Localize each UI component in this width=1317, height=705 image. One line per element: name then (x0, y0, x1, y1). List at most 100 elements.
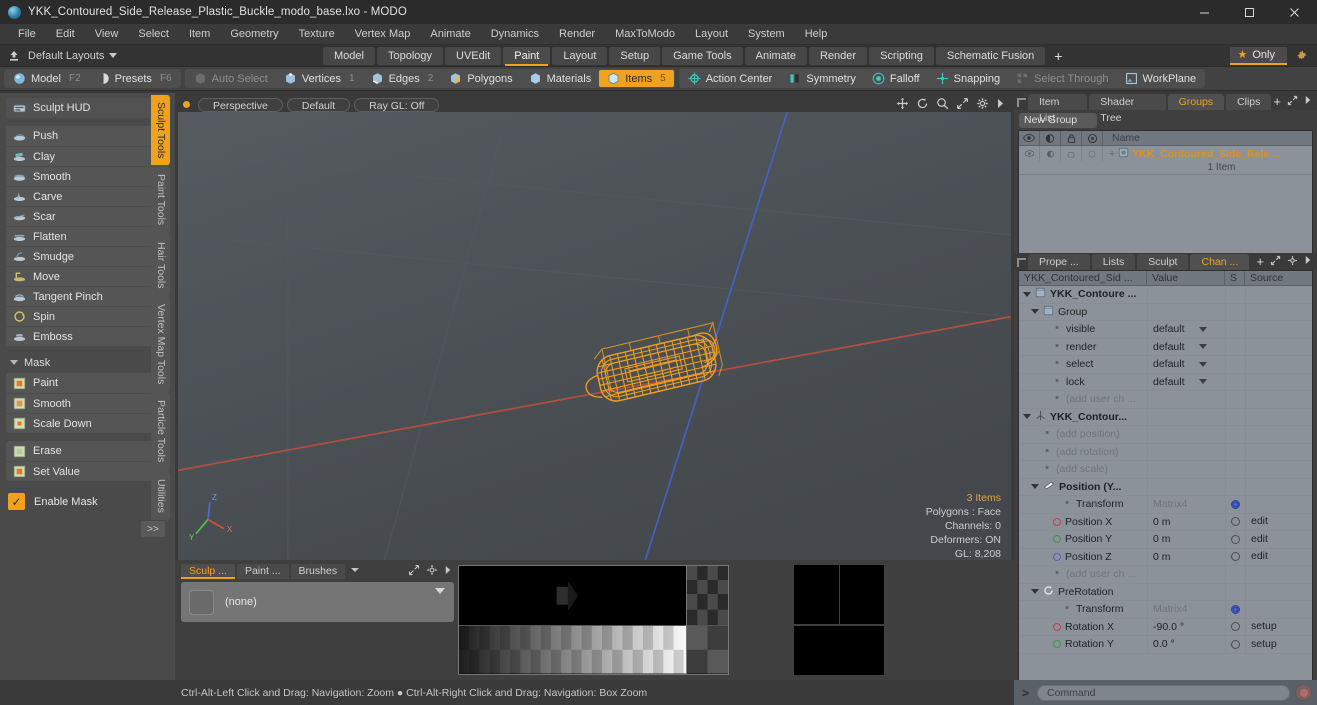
channel-source-cell[interactable]: edit (1245, 548, 1312, 566)
channel-s-cell[interactable] (1225, 635, 1245, 653)
row-render-toggle[interactable] (1040, 146, 1061, 161)
mode-action-center[interactable]: Action Center (680, 70, 781, 87)
channel-row[interactable]: Position Z 0 m edit (1019, 548, 1312, 566)
vtab-utilities[interactable]: Utilities (151, 471, 170, 520)
vtab-particle-tools[interactable]: Particle Tools (151, 393, 170, 470)
fit-icon[interactable] (956, 97, 969, 113)
enable-mask-checkbox[interactable]: ✓ (8, 493, 25, 510)
groups-expand-icon[interactable] (1287, 95, 1298, 109)
channel-s-cell[interactable] (1225, 565, 1245, 583)
chevron-down-icon[interactable] (1199, 344, 1207, 350)
channel-s-cell[interactable] (1225, 460, 1245, 478)
rotate-icon[interactable] (916, 97, 929, 113)
sculpt-tool-flatten[interactable]: Flatten (6, 226, 169, 246)
zoom-icon[interactable] (936, 97, 949, 113)
channel-source-cell[interactable] (1245, 583, 1312, 601)
mode-edges[interactable]: Edges 2 (363, 70, 442, 87)
tab-setup[interactable]: Setup (609, 46, 661, 65)
sculpt-tool-smooth[interactable]: Smooth (6, 166, 169, 186)
add-tab-button[interactable]: + (1047, 47, 1069, 65)
wire-icon[interactable] (1082, 130, 1103, 146)
mask-section-header[interactable]: Mask (6, 354, 169, 371)
channel-row[interactable]: Position (Y... (1019, 478, 1312, 496)
channel-row[interactable]: Rotation X -90.0 ° setup (1019, 618, 1312, 636)
ctab-properties[interactable]: Prope ... (1028, 253, 1090, 270)
channel-s-cell[interactable] (1225, 320, 1245, 338)
mode-model[interactable]: Model F2 (5, 70, 89, 87)
chevron-down-icon[interactable] (1031, 589, 1039, 595)
vtab-vertex-map-tools[interactable]: Vertex Map Tools (151, 297, 170, 392)
play-arrow-icon[interactable] (996, 98, 1005, 112)
tab-uvedit[interactable]: UVEdit (445, 46, 502, 65)
sculpt-hud-button[interactable]: Sculpt HUD (6, 98, 169, 118)
texture-thumbnail[interactable] (794, 565, 884, 675)
tab-scripting[interactable]: Scripting (869, 46, 934, 65)
only-toggle-button[interactable]: ★ Only (1229, 46, 1287, 65)
channel-s-cell[interactable] (1225, 495, 1245, 513)
sculpt-tool-emboss[interactable]: Emboss (6, 326, 169, 346)
channel-row[interactable]: YKK_Contour... (1019, 408, 1312, 426)
command-record-button[interactable] (1295, 684, 1312, 701)
channels-expand-icon[interactable] (1270, 255, 1281, 269)
channel-source-cell[interactable] (1245, 425, 1312, 443)
brush-image-preview[interactable] (458, 565, 729, 675)
btab-paint[interactable]: Paint ... (236, 563, 289, 579)
viewport-raygl-button[interactable]: Ray GL: Off (354, 97, 440, 112)
mode-symmetry[interactable]: Symmetry (780, 70, 864, 87)
channel-value-cell[interactable] (1147, 303, 1225, 321)
channel-source-cell[interactable] (1245, 338, 1312, 356)
groups-table-row[interactable]: + YKK_Contoured_Side_Rele ... 1 Item (1019, 146, 1312, 175)
chevron-down-icon[interactable] (1031, 309, 1039, 315)
keyframe-ring-icon[interactable] (1231, 552, 1240, 562)
menu-item-file[interactable]: File (8, 24, 46, 45)
channel-source-cell[interactable] (1245, 303, 1312, 321)
vtab-sculpt-tools[interactable]: Sculpt Tools (151, 95, 170, 166)
mode-snapping[interactable]: Snapping (928, 70, 1009, 87)
mode-select-through[interactable]: Select Through (1008, 70, 1116, 87)
layout-settings-gear-icon[interactable] (1290, 47, 1312, 65)
tab-model[interactable]: Model (323, 46, 375, 65)
channel-value-cell[interactable] (1147, 565, 1225, 583)
chevron-down-icon[interactable] (1199, 379, 1207, 385)
channel-row[interactable]: Position Y 0 m edit (1019, 530, 1312, 549)
channel-s-cell[interactable] (1225, 285, 1245, 303)
menu-item-item[interactable]: Item (179, 24, 220, 45)
channel-row[interactable]: PreRotation (1019, 583, 1312, 601)
chevron-down-icon[interactable] (435, 588, 445, 594)
channel-value-cell[interactable] (1147, 425, 1225, 443)
keyframe-ring-active-icon[interactable] (1231, 499, 1240, 509)
sculpt-tool-move[interactable]: Move (6, 266, 169, 286)
channel-row[interactable]: lock default (1019, 373, 1312, 391)
mode-auto-select[interactable]: Auto Select (186, 70, 276, 87)
menu-item-render[interactable]: Render (549, 24, 605, 45)
mask-tool-smooth[interactable]: Smooth (6, 393, 169, 413)
chevron-down-icon[interactable] (1031, 484, 1039, 490)
channel-source-cell[interactable] (1245, 565, 1312, 583)
mask-tool-scale-down[interactable]: Scale Down (6, 413, 169, 433)
ctab-sculpt[interactable]: Sculpt (1137, 253, 1189, 270)
menu-item-maxtomodo[interactable]: MaxToModo (605, 24, 685, 45)
sculpt-tool-scar[interactable]: Scar (6, 206, 169, 226)
channels-arrow-icon[interactable] (1304, 255, 1312, 268)
row-visibility-toggle[interactable] (1019, 146, 1040, 161)
channel-s-cell[interactable] (1225, 303, 1245, 321)
tab-topology[interactable]: Topology (376, 46, 444, 65)
channel-source-cell[interactable] (1245, 285, 1312, 303)
maximize-button[interactable] (1227, 0, 1272, 24)
keyframe-ring-icon[interactable] (1231, 534, 1240, 544)
channel-row[interactable]: visible default (1019, 320, 1312, 339)
channel-source-cell[interactable] (1245, 460, 1312, 478)
sculpt-tool-push[interactable]: Push (6, 126, 169, 146)
mask-tool-erase[interactable]: Erase (6, 441, 169, 461)
channel-s-cell[interactable] (1225, 355, 1245, 373)
chevron-down-icon[interactable] (1023, 291, 1031, 297)
keyframe-ring-icon[interactable] (1231, 639, 1240, 649)
channel-row[interactable]: (add user ch ... (1019, 390, 1312, 409)
channel-value-cell[interactable]: 0.0 ° (1147, 635, 1225, 653)
channel-source-cell[interactable] (1245, 408, 1312, 426)
chevron-down-icon[interactable] (1023, 414, 1031, 420)
channel-s-cell[interactable] (1225, 443, 1245, 461)
mask-tool-set-value[interactable]: Set Value (6, 461, 169, 481)
channel-source-cell[interactable] (1245, 355, 1312, 373)
channel-s-cell[interactable] (1225, 530, 1245, 548)
